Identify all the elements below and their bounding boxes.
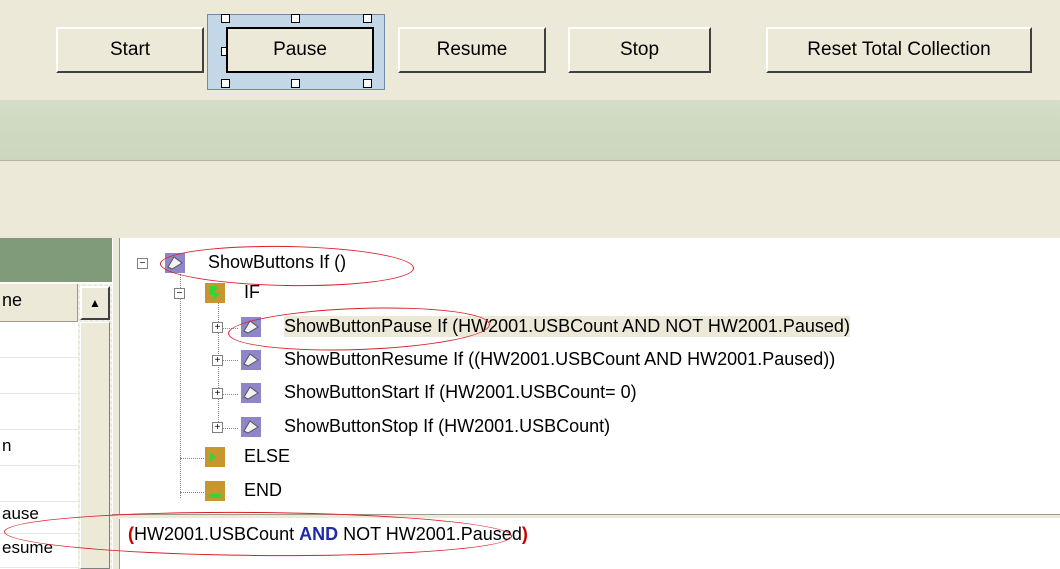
else-icon: [205, 447, 225, 467]
resize-handle[interactable]: [221, 79, 230, 88]
rule-icon: [241, 383, 261, 403]
list-item[interactable]: [0, 466, 78, 502]
list-column-header[interactable]: ne: [0, 284, 78, 322]
resize-handle[interactable]: [291, 79, 300, 88]
pause-button[interactable]: Pause: [226, 27, 374, 73]
expand-toggle[interactable]: +: [212, 355, 223, 366]
tree-child-node[interactable]: ShowButtonResume If ((HW2001.USBCount AN…: [284, 349, 835, 370]
highlight-ellipse: [159, 243, 415, 289]
collapse-toggle[interactable]: −: [137, 258, 148, 269]
resize-handle[interactable]: [363, 79, 372, 88]
triangle-up-icon: ▲: [89, 296, 101, 310]
list-item[interactable]: [0, 394, 78, 430]
list-item[interactable]: [0, 358, 78, 394]
rule-icon: [241, 350, 261, 370]
expand-toggle[interactable]: +: [212, 388, 223, 399]
reset-total-collection-button[interactable]: Reset Total Collection: [766, 27, 1032, 73]
resize-handle[interactable]: [221, 14, 230, 23]
expand-toggle[interactable]: +: [212, 422, 223, 433]
list-header-bar: [0, 238, 112, 282]
highlight-ellipse: [227, 303, 491, 355]
list-item[interactable]: [0, 322, 78, 358]
condition-tree: − ShowButtons If () − IF + ShowButtonPau…: [120, 238, 1060, 514]
list-item[interactable]: n: [0, 430, 78, 466]
resize-handle[interactable]: [291, 14, 300, 23]
expand-toggle[interactable]: +: [212, 322, 223, 333]
close-paren: ): [521, 524, 528, 544]
stop-button[interactable]: Stop: [568, 27, 711, 73]
button-toolbar: Start Pause Resume Stop Reset Total Coll…: [0, 0, 1060, 100]
tree-if-node[interactable]: IF: [244, 282, 260, 303]
scroll-up-button[interactable]: ▲: [80, 286, 110, 320]
tree-child-node[interactable]: ShowButtonStop If (HW2001.USBCount): [284, 416, 610, 437]
if-icon: [205, 283, 225, 303]
spacer-band: [0, 161, 1060, 238]
rule-icon: [241, 417, 261, 437]
tree-else-node[interactable]: ELSE: [244, 446, 290, 467]
caption-band: [0, 100, 1060, 161]
resize-handle[interactable]: [363, 14, 372, 23]
resume-button[interactable]: Resume: [398, 27, 546, 73]
tree-end-node[interactable]: END: [244, 480, 282, 501]
tree-child-node[interactable]: ShowButtonStart If (HW2001.USBCount= 0): [284, 382, 637, 403]
end-icon: [205, 481, 225, 501]
collapse-toggle[interactable]: −: [174, 288, 185, 299]
start-button[interactable]: Start: [56, 27, 204, 73]
